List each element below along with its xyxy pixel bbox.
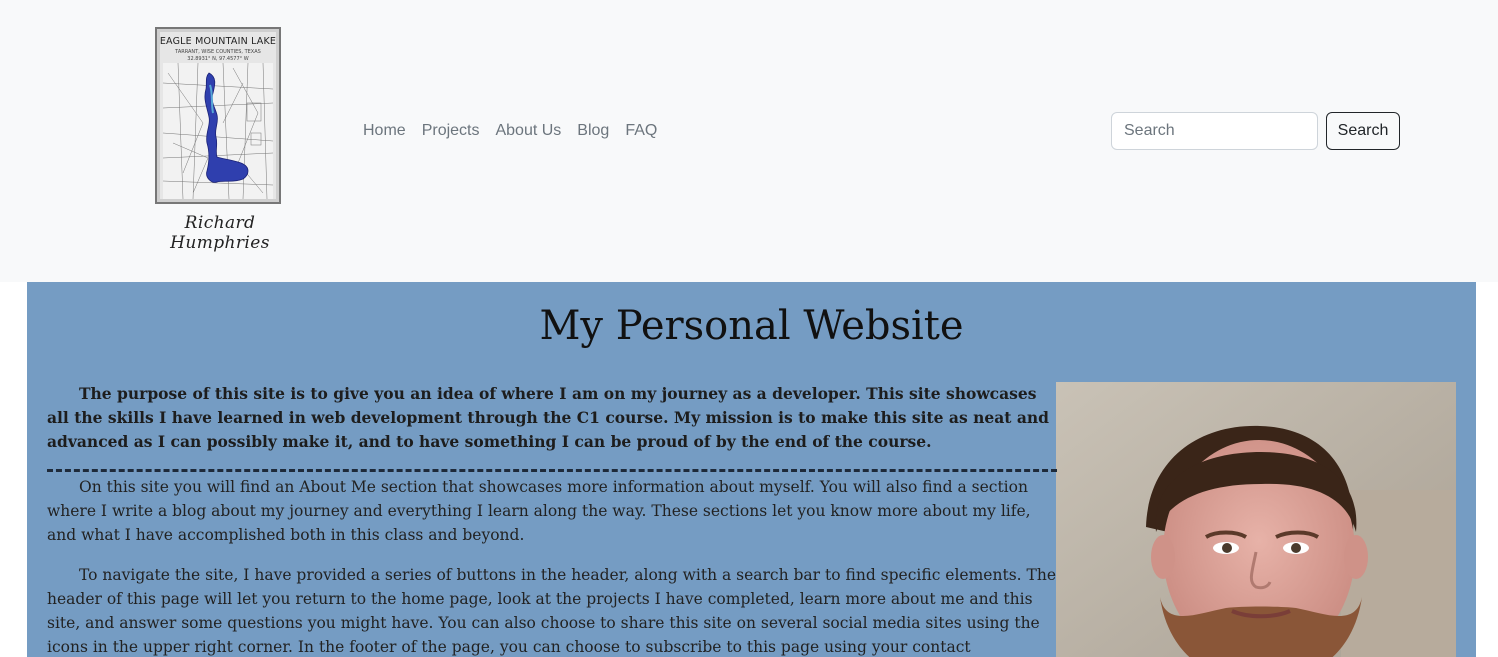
search-button[interactable]: Search	[1326, 112, 1400, 150]
poster-coordinates: 32.8931° N, 97.4577° W	[187, 56, 249, 62]
dashed-divider	[47, 469, 1057, 472]
page-title: My Personal Website	[539, 303, 964, 349]
poster-title: EAGLE MOUNTAIN LAKE	[159, 36, 277, 47]
lake-map-poster: EAGLE MOUNTAIN LAKE TARRANT, WISE COUNTI…	[155, 27, 281, 204]
nav-projects[interactable]: Projects	[414, 121, 488, 141]
nav-faq[interactable]: FAQ	[617, 121, 665, 141]
main-nav: Home Projects About Us Blog FAQ	[355, 121, 665, 141]
body-paragraph: On this site you will find an About Me s…	[47, 478, 1031, 544]
poster-subtitle: TARRANT, WISE COUNTIES, TEXAS	[175, 49, 261, 55]
profile-photo	[1056, 382, 1456, 657]
content-column: The purpose of this site is to give you …	[47, 382, 1057, 657]
intro-paragraph: The purpose of this site is to give you …	[47, 384, 1049, 451]
navbar: EAGLE MOUNTAIN LAKE TARRANT, WISE COUNTI…	[0, 0, 1498, 282]
main-content: My Personal Website The purpose of this …	[27, 282, 1476, 657]
search-input[interactable]	[1111, 112, 1318, 150]
nav-home[interactable]: Home	[355, 121, 414, 141]
site-signature: Richard Humphries	[170, 213, 270, 253]
lake-map-icon	[163, 63, 273, 199]
nav-blog[interactable]: Blog	[569, 121, 617, 141]
nav-about-us[interactable]: About Us	[487, 121, 569, 141]
body-paragraph: To navigate the site, I have provided a …	[47, 566, 1056, 656]
